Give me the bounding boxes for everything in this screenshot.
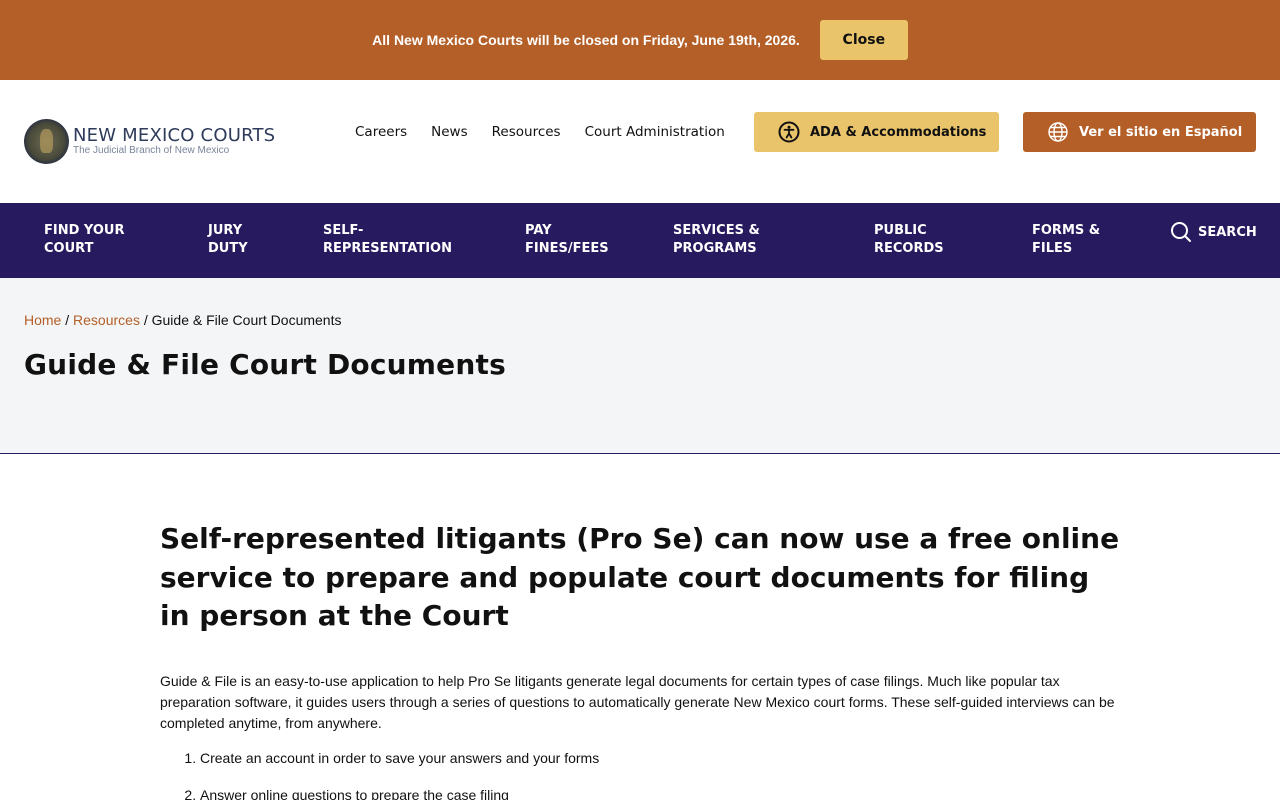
content-heading: Self-represented litigants (Pro Se) can … (160, 522, 1120, 632)
nav-public-records[interactable]: PUBLIC RECORDS (874, 222, 944, 258)
nav-find-your-court[interactable]: FIND YOUR COURT (44, 222, 124, 258)
logo-title: NEW MEXICO COURTS (73, 125, 276, 146)
site-logo[interactable]: NEW MEXICO COURTS The Judicial Branch of… (24, 119, 275, 164)
list-item: Answer online questions to prepare the c… (200, 785, 1120, 800)
search-label: SEARCH (1198, 224, 1257, 240)
intro-paragraph: Guide & File is an easy-to-use applicati… (160, 672, 1115, 731)
ada-label: ADA & Accommodations (810, 124, 987, 140)
spanish-label: Ver el sitio en Español (1079, 124, 1243, 140)
breadcrumb-current: Guide & File Court Documents (151, 312, 342, 328)
search-icon (1171, 222, 1191, 242)
globe-icon (1047, 121, 1069, 143)
breadcrumb-home[interactable]: Home (24, 312, 61, 328)
page-hero: Home / Resources / Guide & File Court Do… (0, 278, 1280, 454)
page-title: Guide & File Court Documents (24, 348, 506, 381)
steps-list: Create an account in order to save your … (160, 748, 1120, 800)
court-seal-icon (24, 119, 69, 164)
breadcrumb-resources[interactable]: Resources (73, 312, 140, 328)
utility-nav: Careers News Resources Court Administrat… (355, 124, 725, 140)
link-court-administration[interactable]: Court Administration (585, 124, 725, 140)
nav-pay-fines-fees[interactable]: PAY FINES/FEES (525, 222, 609, 258)
site-header: NEW MEXICO COURTS The Judicial Branch of… (0, 80, 1280, 203)
nav-jury-duty[interactable]: JURY DUTY (208, 222, 248, 258)
logo-subtitle: The Judicial Branch of New Mexico (73, 145, 230, 156)
spanish-site-button[interactable]: Ver el sitio en Español (1023, 112, 1256, 152)
accessibility-icon (778, 121, 800, 143)
nav-search-button[interactable]: SEARCH (1170, 221, 1257, 243)
main-content: Self-represented litigants (Pro Se) can … (0, 454, 1280, 800)
breadcrumb: Home / Resources / Guide & File Court Do… (24, 312, 342, 328)
link-news[interactable]: News (431, 124, 467, 140)
nav-self-representation[interactable]: SELF- REPRESENTATION (323, 222, 452, 258)
ada-accommodations-button[interactable]: ADA & Accommodations (754, 112, 999, 152)
main-nav: FIND YOUR COURT JURY DUTY SELF- REPRESEN… (0, 203, 1280, 278)
closure-alert-banner: All New Mexico Courts will be closed on … (0, 0, 1280, 80)
list-item: Create an account in order to save your … (200, 748, 1120, 769)
link-resources[interactable]: Resources (492, 124, 561, 140)
alert-close-button[interactable]: Close (819, 20, 908, 60)
alert-text: All New Mexico Courts will be closed on … (372, 32, 800, 48)
nav-services-programs[interactable]: SERVICES & PROGRAMS (673, 222, 760, 258)
link-careers[interactable]: Careers (355, 124, 407, 140)
nav-forms-files[interactable]: FORMS & FILES (1032, 222, 1100, 258)
